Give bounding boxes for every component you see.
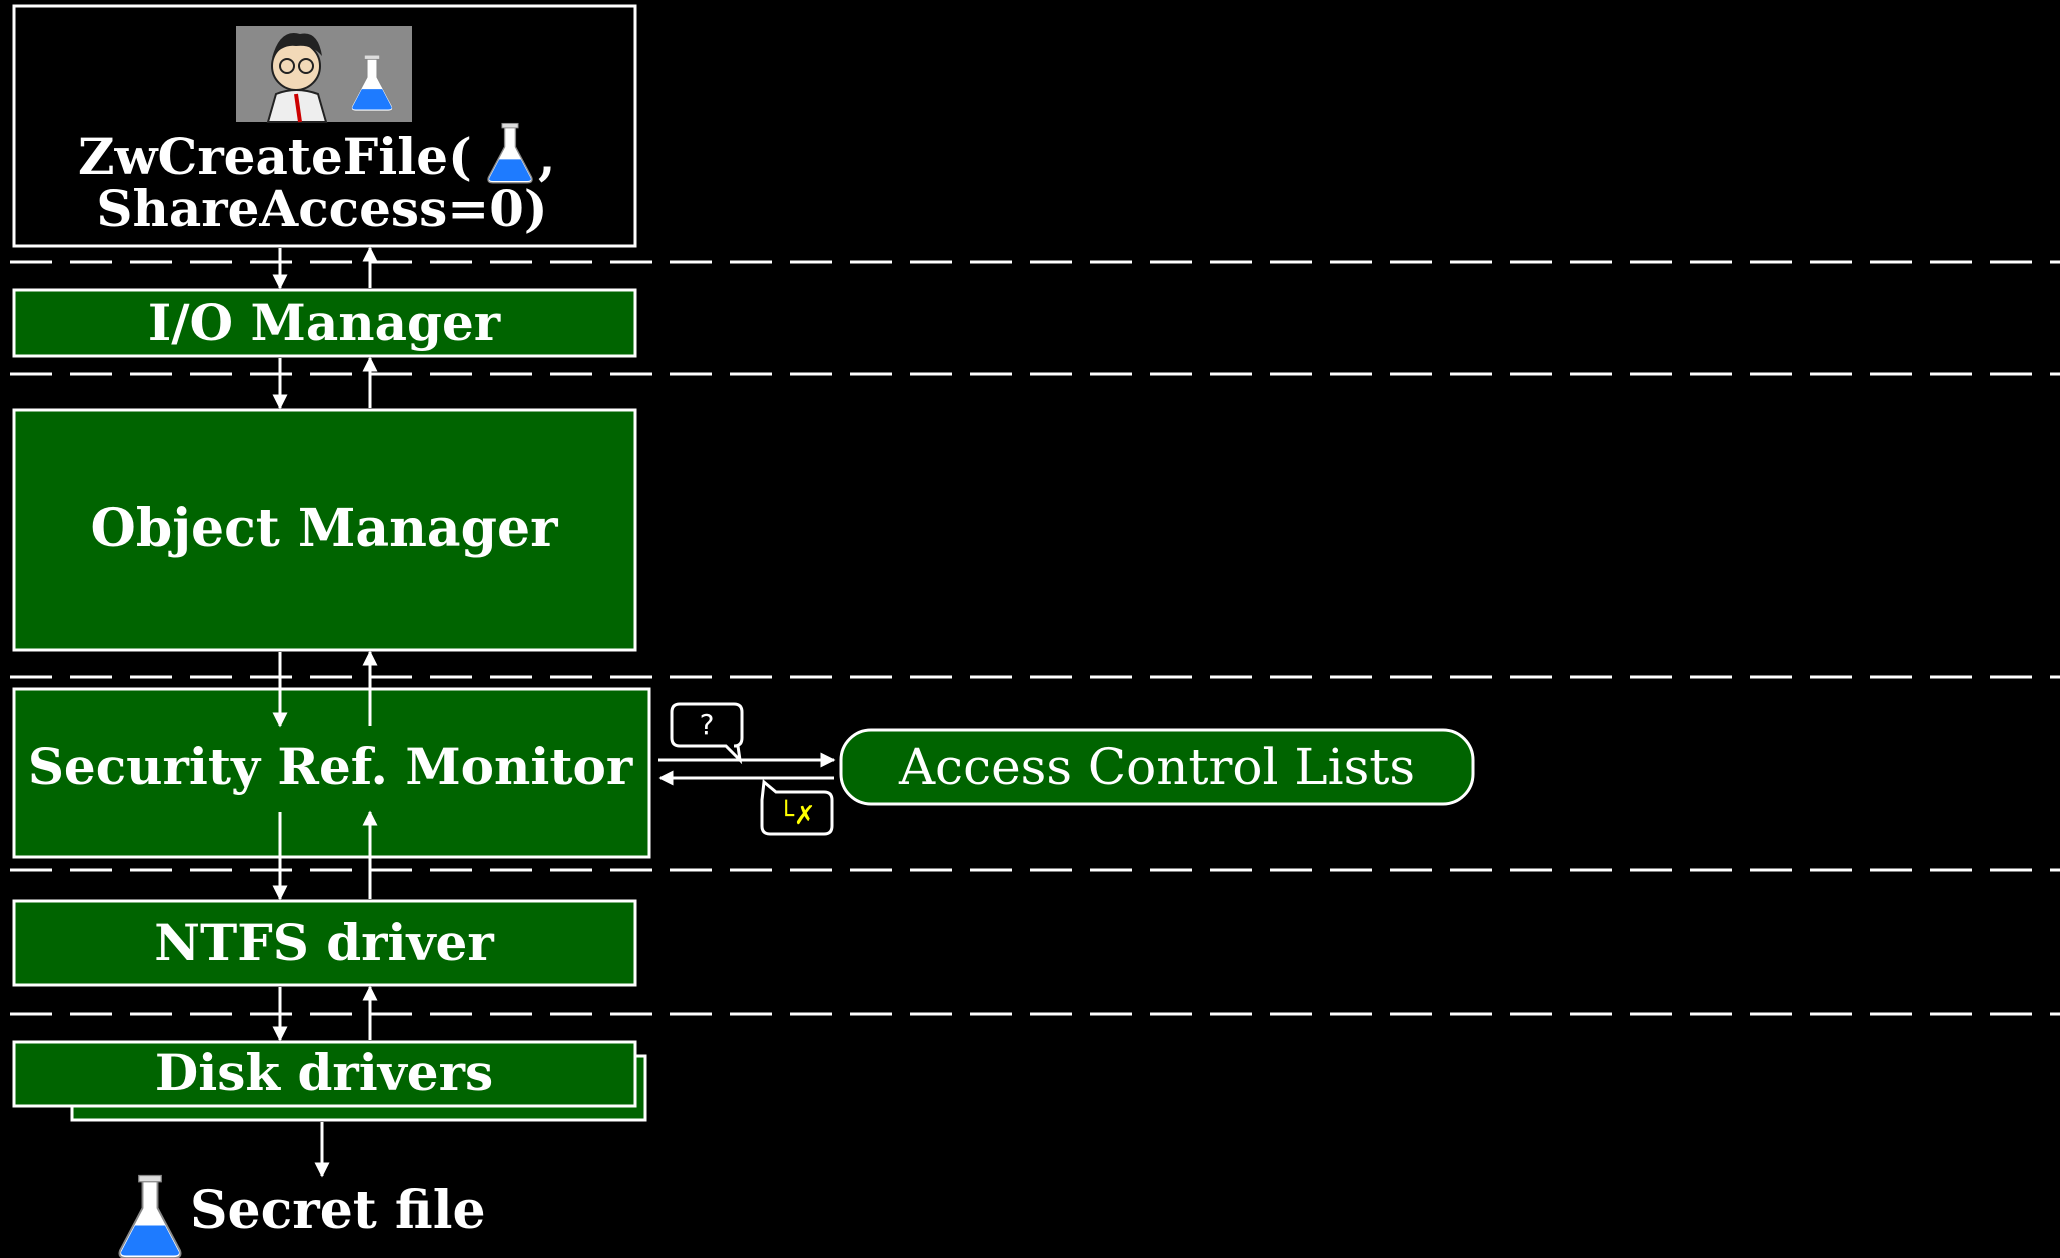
api-call-comma: , [538,127,555,186]
security-ref-monitor-label: Security Ref. Monitor [28,737,633,796]
access-control-lists-label: Access Control Lists [898,738,1415,796]
query-speech-bubble: ? [670,702,744,765]
query-bubble-text: ? [700,708,715,741]
api-call-line2: ShareAccess=0) [96,179,547,238]
reply-bubble-text: └✗ [778,799,815,831]
disk-drivers-label: Disk drivers [155,1043,493,1102]
flask-icon [118,1174,182,1258]
person-holding-flask-icon [236,26,412,123]
ntfs-driver-label: NTFS driver [154,913,494,972]
reply-speech-bubble: └✗ [760,779,834,836]
io-manager-label: I/O Manager [148,293,501,352]
secret-file-label: Secret file [190,1180,486,1241]
object-manager-label: Object Manager [91,498,559,559]
call-path-diagram: ZwCreateFile( , ShareAccess=0) I/O Manag… [10,4,2060,1258]
api-call-line1: ZwCreateFile( [78,127,472,186]
